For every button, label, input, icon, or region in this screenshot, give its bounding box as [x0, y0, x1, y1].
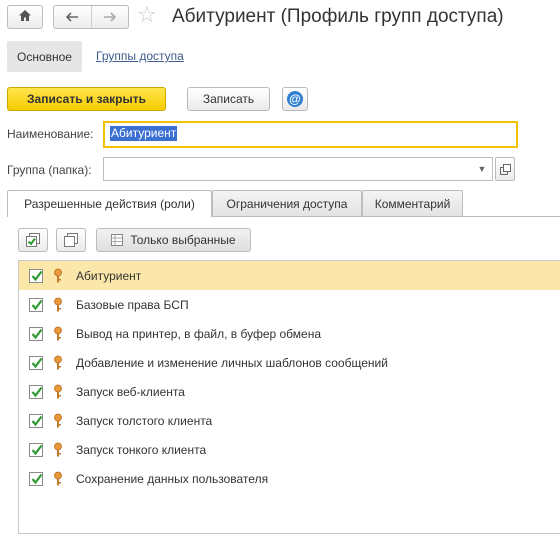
checkmark-icon: [31, 473, 43, 484]
roles-list[interactable]: Абитуриент Базовые права БСП Вывод на пр…: [18, 260, 560, 534]
checkmark-icon: [31, 386, 43, 397]
checkmark-icon: [31, 299, 43, 310]
check-all-button[interactable]: [18, 228, 48, 252]
list-item[interactable]: Вывод на принтер, в файл, в буфер обмена: [19, 319, 560, 348]
role-label: Сохранение данных пользователя: [76, 471, 269, 486]
checkmark-icon: [31, 270, 43, 281]
at-sign-icon: @: [287, 91, 303, 107]
forward-button[interactable]: [90, 6, 129, 28]
role-label: Базовые права БСП: [76, 297, 189, 312]
section-access-groups-link[interactable]: Группы доступа: [96, 49, 184, 63]
role-label: Вывод на принтер, в файл, в буфер обмена: [76, 326, 322, 341]
group-label: Группа (папка):: [7, 163, 92, 177]
key-icon: [53, 442, 63, 461]
key-icon: [53, 297, 63, 316]
role-checkbox[interactable]: [29, 413, 43, 428]
key-icon: [53, 268, 63, 287]
only-selected-label: Только выбранные: [130, 233, 236, 247]
role-label: Запуск толстого клиента: [76, 413, 213, 428]
check-all-icon: [26, 233, 40, 247]
open-window-icon: [499, 163, 511, 175]
role-checkbox[interactable]: [29, 442, 43, 457]
filter-table-icon: [111, 234, 124, 246]
list-item[interactable]: Базовые права БСП: [19, 290, 560, 319]
list-item[interactable]: Абитуриент: [19, 261, 560, 290]
role-label: Абитуриент: [76, 268, 142, 283]
name-field-value: Абитуриент: [110, 126, 178, 141]
checkmark-icon: [31, 357, 43, 368]
checkmark-icon: [31, 444, 43, 455]
list-item[interactable]: Запуск толстого клиента: [19, 406, 560, 435]
role-checkbox[interactable]: [29, 297, 43, 312]
role-checkbox[interactable]: [29, 355, 43, 370]
group-dropdown-button[interactable]: ▼: [472, 158, 492, 180]
section-main[interactable]: Основное: [7, 41, 82, 72]
triangle-down-icon: ▼: [477, 164, 487, 174]
checkmark-icon: [31, 415, 43, 426]
role-label: Запуск тонкого клиента: [76, 442, 207, 457]
key-icon: [53, 384, 63, 403]
group-field[interactable]: ▼: [103, 157, 493, 181]
star-icon[interactable]: ☆: [137, 3, 157, 27]
list-item[interactable]: Запуск тонкого клиента: [19, 435, 560, 464]
role-checkbox[interactable]: [29, 326, 43, 341]
key-icon: [53, 413, 63, 432]
key-icon: [53, 355, 63, 374]
key-icon: [53, 326, 63, 345]
role-checkbox[interactable]: [29, 471, 43, 486]
home-button[interactable]: [7, 5, 43, 29]
page-title: Абитуриент (Профиль групп доступа): [172, 6, 504, 27]
name-label: Наименование:: [7, 127, 94, 141]
group-open-button[interactable]: [495, 157, 515, 181]
list-item[interactable]: Запуск веб-клиента: [19, 377, 560, 406]
role-checkbox[interactable]: [29, 268, 43, 283]
uncheck-all-icon: [64, 233, 78, 247]
save-button[interactable]: Записать: [187, 87, 270, 111]
tab-access-restrictions[interactable]: Ограничения доступа: [212, 190, 362, 216]
role-checkbox[interactable]: [29, 384, 43, 399]
arrow-left-icon: [66, 12, 79, 22]
role-label: Добавление и изменение личных шаблонов с…: [76, 355, 388, 370]
list-item[interactable]: Добавление и изменение личных шаблонов с…: [19, 348, 560, 377]
tab-roles[interactable]: Разрешенные действия (роли): [7, 190, 212, 217]
only-selected-toggle[interactable]: Только выбранные: [96, 228, 251, 252]
list-item[interactable]: Сохранение данных пользователя: [19, 464, 560, 493]
save-and-close-button[interactable]: Записать и закрыть: [7, 87, 166, 111]
key-icon: [53, 471, 63, 490]
role-label: Запуск веб-клиента: [76, 384, 185, 399]
uncheck-all-button[interactable]: [56, 228, 86, 252]
name-field[interactable]: Абитуриент: [103, 121, 518, 148]
tab-comment[interactable]: Комментарий: [362, 190, 463, 216]
history-nav: [53, 5, 129, 29]
back-button[interactable]: [54, 6, 91, 28]
checkmark-icon: [31, 328, 43, 339]
arrow-right-icon: [103, 12, 116, 22]
email-button[interactable]: @: [282, 87, 308, 111]
home-icon: [18, 9, 32, 25]
